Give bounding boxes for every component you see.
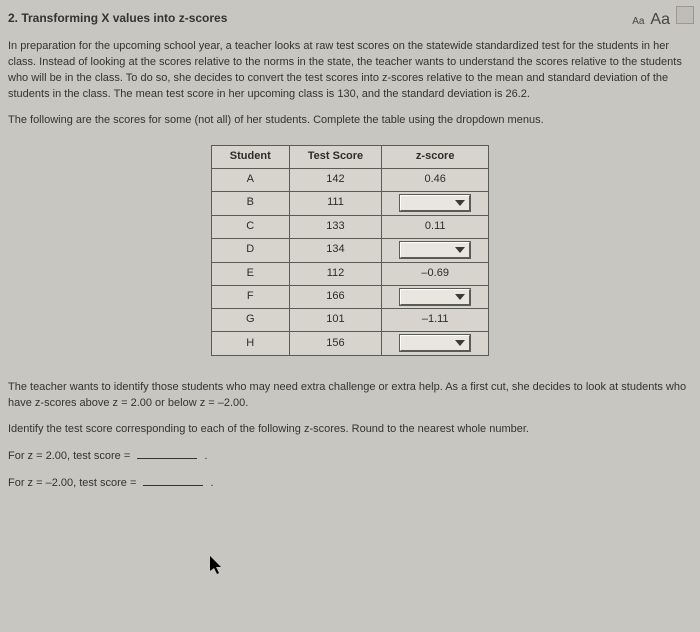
- question-1: For z = 2.00, test score = .: [0, 444, 700, 471]
- followup-para-1: The teacher wants to identify those stud…: [0, 376, 700, 418]
- cell-score: 133: [289, 215, 381, 238]
- q1-label: For z = 2.00, test score =: [8, 450, 130, 462]
- q2-period: .: [211, 477, 214, 489]
- zscore-dropdown[interactable]: [400, 242, 470, 258]
- score-table: Student Test Score z-score A1420.46B111C…: [211, 145, 489, 356]
- font-size-large[interactable]: Aa: [650, 8, 670, 31]
- font-size-controls: Aa Aa: [632, 6, 694, 31]
- cell-student: H: [211, 332, 289, 356]
- font-size-small[interactable]: Aa: [632, 15, 644, 30]
- cell-score: 101: [289, 309, 381, 332]
- cell-student: E: [211, 262, 289, 285]
- followup-para-2: Identify the test score corresponding to…: [0, 418, 700, 444]
- q2-blank[interactable]: [143, 475, 203, 486]
- cell-student: D: [211, 238, 289, 262]
- col-student: Student: [211, 145, 289, 168]
- q2-label: For z = –2.00, test score =: [8, 477, 136, 489]
- zscore-dropdown[interactable]: [400, 335, 470, 351]
- cell-student: G: [211, 309, 289, 332]
- intro-paragraph: In preparation for the upcoming school y…: [0, 35, 700, 109]
- cell-score: 142: [289, 168, 381, 191]
- cell-student: A: [211, 168, 289, 191]
- cell-zscore: [382, 238, 489, 262]
- table-row: F166: [211, 285, 488, 309]
- table-row: C1330.11: [211, 215, 488, 238]
- cell-zscore: –0.69: [382, 262, 489, 285]
- col-z-score: z-score: [382, 145, 489, 168]
- cell-zscore: –1.11: [382, 309, 489, 332]
- q1-blank[interactable]: [137, 448, 197, 459]
- mouse-cursor-icon: [210, 556, 224, 576]
- q1-period: .: [204, 450, 207, 462]
- settings-box-icon[interactable]: [676, 6, 694, 24]
- cell-student: B: [211, 191, 289, 215]
- cell-score: 134: [289, 238, 381, 262]
- instruction-paragraph: The following are the scores for some (n…: [0, 109, 700, 135]
- zscore-dropdown[interactable]: [400, 289, 470, 305]
- cell-student: C: [211, 215, 289, 238]
- question-2: For z = –2.00, test score = .: [0, 471, 700, 498]
- cell-score: 166: [289, 285, 381, 309]
- col-test-score: Test Score: [289, 145, 381, 168]
- cell-zscore: 0.46: [382, 168, 489, 191]
- table-row: H156: [211, 332, 488, 356]
- cell-zscore: [382, 285, 489, 309]
- cell-zscore: 0.11: [382, 215, 489, 238]
- cell-score: 111: [289, 191, 381, 215]
- table-row: E112–0.69: [211, 262, 488, 285]
- section-title: 2. Transforming X values into z-scores: [8, 10, 227, 27]
- zscore-dropdown[interactable]: [400, 195, 470, 211]
- table-row: B111: [211, 191, 488, 215]
- cell-score: 156: [289, 332, 381, 356]
- table-row: A1420.46: [211, 168, 488, 191]
- table-row: D134: [211, 238, 488, 262]
- table-row: G101–1.11: [211, 309, 488, 332]
- cell-zscore: [382, 332, 489, 356]
- cell-score: 112: [289, 262, 381, 285]
- cell-zscore: [382, 191, 489, 215]
- cell-student: F: [211, 285, 289, 309]
